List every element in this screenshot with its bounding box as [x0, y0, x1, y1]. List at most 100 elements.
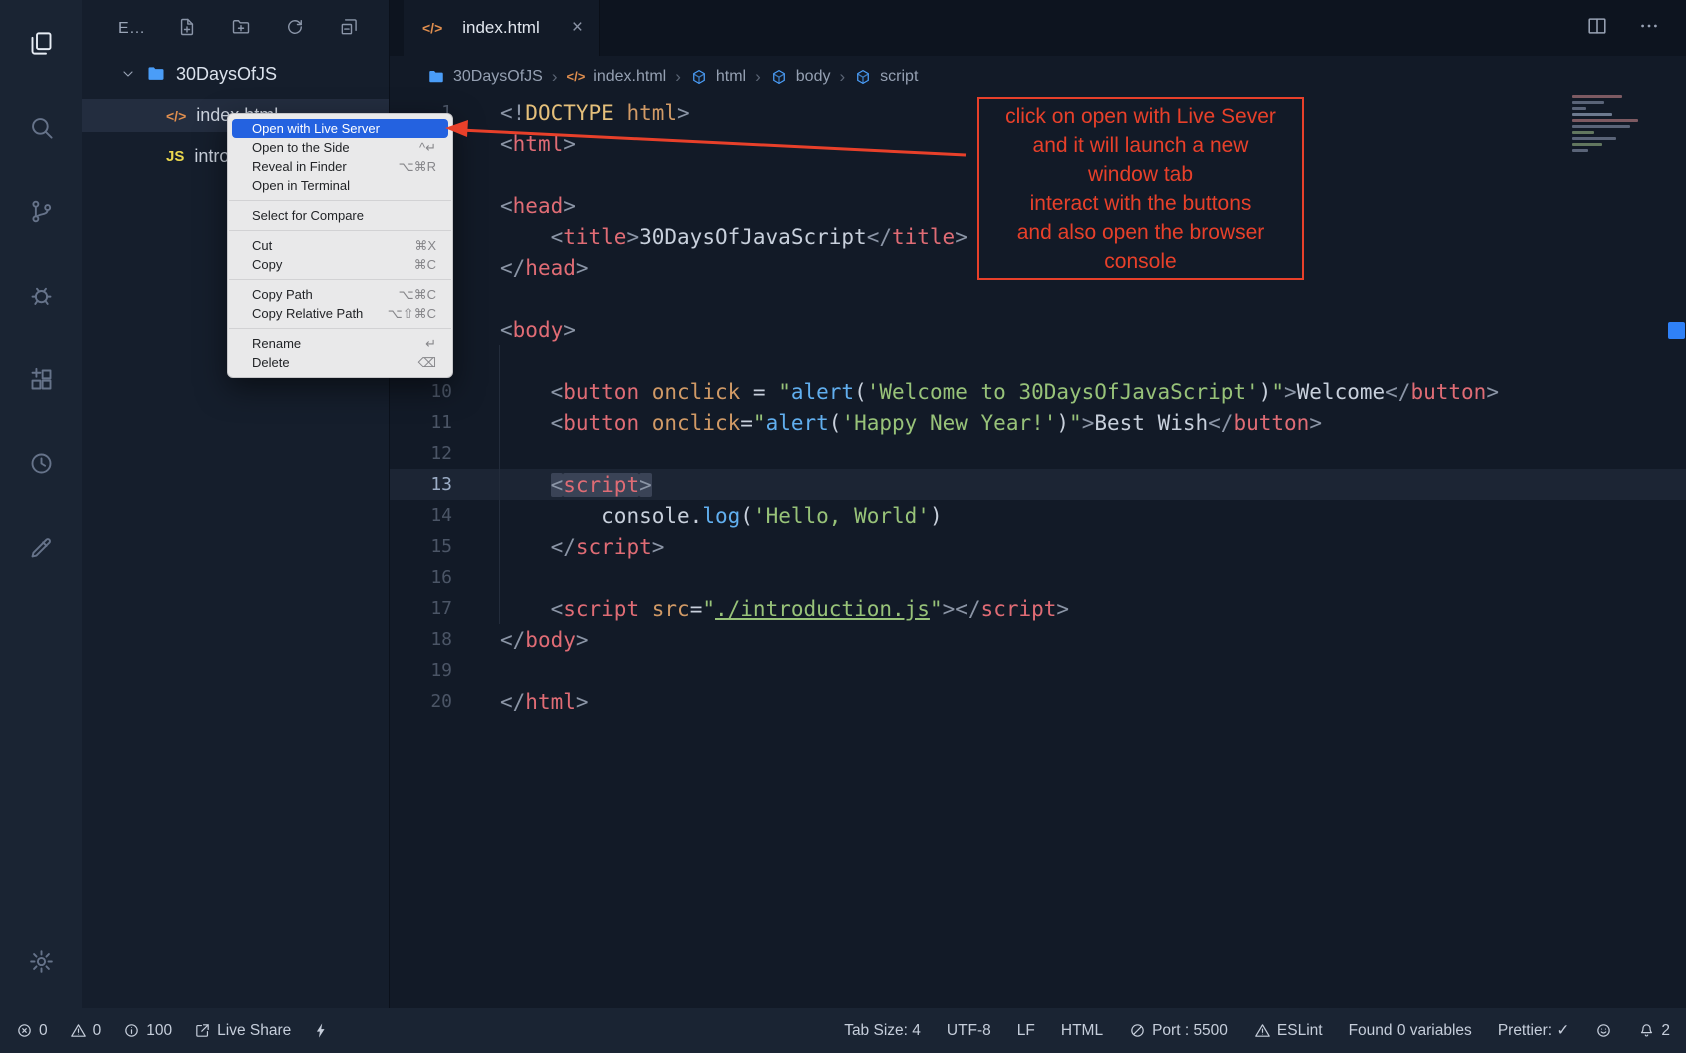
split-editor-icon — [1586, 15, 1608, 37]
line-number: 10 — [390, 381, 500, 402]
split-editor-button[interactable] — [1586, 15, 1608, 42]
breadcrumb-item-30daysofjs[interactable]: 30DaysOfJS — [427, 68, 543, 86]
breadcrumb-separator: › — [675, 67, 681, 87]
status-item-smiley[interactable] — [1595, 1022, 1612, 1039]
status-item-2[interactable]: 2 — [1638, 1022, 1670, 1040]
code-line-text: <button onclick="alert('Happy New Year!'… — [500, 411, 1322, 435]
code-line-9[interactable]: 9 — [390, 345, 1686, 376]
tree-root-30daysofjs[interactable]: 30DaysOfJS — [82, 58, 389, 90]
status-item-label: HTML — [1061, 1022, 1103, 1040]
status-item-lf[interactable]: LF — [1017, 1022, 1035, 1040]
status-item-label: UTF-8 — [947, 1022, 991, 1040]
code-line-11[interactable]: 11 <button onclick="alert('Happy New Yea… — [390, 407, 1686, 438]
code-line-20[interactable]: 20</html> — [390, 686, 1686, 717]
status-item-found-0-variables[interactable]: Found 0 variables — [1349, 1022, 1472, 1040]
menu-item-shortcut: ⌘X — [414, 236, 436, 255]
code-line-text: <body> — [500, 318, 576, 342]
code-line-19[interactable]: 19 — [390, 655, 1686, 686]
activity-item-extensions[interactable] — [16, 354, 66, 404]
breadcrumb-item-script[interactable]: script — [854, 68, 918, 86]
sidebar-header-actions — [177, 17, 359, 42]
status-item-0[interactable]: 0 — [70, 1022, 102, 1040]
annotation-text-line: click on open with Live Sever — [979, 102, 1302, 131]
info-icon — [123, 1022, 140, 1039]
code-line-13[interactable]: 13 <script> — [390, 469, 1686, 500]
breadcrumb-item-index-html[interactable]: </>index.html — [566, 68, 666, 86]
warning-icon — [1254, 1022, 1271, 1039]
menu-item-copy[interactable]: Copy⌘C — [232, 255, 448, 274]
smiley-icon — [1595, 1022, 1612, 1039]
status-item-html[interactable]: HTML — [1061, 1022, 1103, 1040]
refresh-button[interactable] — [285, 17, 305, 42]
menu-item-open-to-the-side[interactable]: Open to the Side^↵ — [232, 138, 448, 157]
code-line-18[interactable]: 18</body> — [390, 624, 1686, 655]
activity-item-pen[interactable] — [16, 522, 66, 572]
new-folder-button[interactable] — [231, 17, 251, 42]
activity-item-debug[interactable] — [16, 270, 66, 320]
status-item-port-5500[interactable]: Port : 5500 — [1129, 1022, 1228, 1040]
breadcrumb-item-html[interactable]: html — [690, 68, 746, 86]
activity-bar-bottom-icons — [0, 936, 82, 1008]
menu-item-shortcut: ⌥⇧⌘C — [388, 304, 436, 323]
new-file-button[interactable] — [177, 17, 197, 42]
close-icon[interactable]: × — [572, 17, 583, 39]
activity-item-search[interactable] — [16, 102, 66, 152]
code-line-12[interactable]: 12 — [390, 438, 1686, 469]
history-icon — [28, 450, 55, 477]
collapse-all-button[interactable] — [339, 17, 359, 42]
sidebar-title: E… — [118, 20, 145, 38]
line-number: 17 — [390, 598, 500, 619]
menu-item-copy-relative-path[interactable]: Copy Relative Path⌥⇧⌘C — [232, 304, 448, 323]
breadcrumb-label: script — [880, 68, 918, 86]
status-item-live-share[interactable]: Live Share — [194, 1022, 291, 1040]
menu-item-open-with-live-server[interactable]: Open with Live Server — [232, 119, 448, 138]
code-line-text: </head> — [500, 256, 589, 280]
menu-item-copy-path[interactable]: Copy Path⌥⌘C — [232, 285, 448, 304]
status-item-tab-size-4[interactable]: Tab Size: 4 — [844, 1022, 921, 1040]
more-actions-button[interactable] — [1638, 15, 1660, 42]
menu-item-select-for-compare[interactable]: Select for Compare — [232, 206, 448, 225]
tab-index-html[interactable]: </> index.html × — [404, 0, 600, 56]
status-bar-right: Tab Size: 4 UTF-8 LF HTML Port : 5500 ESLint F… — [844, 1021, 1670, 1040]
js-file-icon: JS — [166, 148, 184, 165]
menu-item-label: Open to the Side — [252, 138, 405, 157]
minimap-line — [1572, 107, 1586, 110]
code-line-7[interactable]: 7 — [390, 283, 1686, 314]
code-line-text: <button onclick = "alert('Welcome to 30D… — [500, 380, 1499, 404]
code-line-17[interactable]: 17 <script src="./introduction.js"></scr… — [390, 593, 1686, 624]
status-item-100[interactable]: 100 — [123, 1022, 172, 1040]
source-control-icon — [28, 198, 55, 225]
status-item-0[interactable]: 0 — [16, 1022, 48, 1040]
code-line-16[interactable]: 16 — [390, 562, 1686, 593]
status-item-eslint[interactable]: ESLint — [1254, 1022, 1323, 1040]
activity-item-source-control[interactable] — [16, 186, 66, 236]
activity-item-settings[interactable] — [16, 936, 66, 986]
sidebar-header: E… — [82, 0, 389, 58]
status-item-prettier[interactable]: Prettier: ✓ — [1498, 1021, 1570, 1040]
minimap-line — [1572, 143, 1602, 146]
menu-item-delete[interactable]: Delete⌫ — [232, 353, 448, 372]
code-line-10[interactable]: 10 <button onclick = "alert('Welcome to … — [390, 376, 1686, 407]
breadcrumb-item-body[interactable]: body — [770, 68, 831, 86]
chevron-down-icon — [120, 66, 136, 82]
menu-item-open-in-terminal[interactable]: Open in Terminal — [232, 176, 448, 195]
minimap[interactable] — [1572, 95, 1658, 161]
menu-item-label: Rename — [252, 334, 411, 353]
menu-separator — [229, 200, 451, 201]
new-folder-icon — [231, 17, 251, 37]
activity-item-files[interactable] — [16, 18, 66, 68]
activity-item-history[interactable] — [16, 438, 66, 488]
menu-item-rename[interactable]: Rename↵ — [232, 334, 448, 353]
status-item-zap[interactable] — [313, 1022, 330, 1039]
code-line-8[interactable]: 8<body> — [390, 314, 1686, 345]
menu-item-cut[interactable]: Cut⌘X — [232, 236, 448, 255]
status-item-label: 0 — [93, 1022, 102, 1040]
code-line-text: </html> — [500, 690, 589, 714]
status-item-utf-8[interactable]: UTF-8 — [947, 1022, 991, 1040]
code-line-15[interactable]: 15 </script> — [390, 531, 1686, 562]
status-item-label: Found 0 variables — [1349, 1022, 1472, 1040]
menu-item-reveal-in-finder[interactable]: Reveal in Finder⌥⌘R — [232, 157, 448, 176]
code-line-14[interactable]: 14 console.log('Hello, World') — [390, 500, 1686, 531]
symbol-cube-icon — [770, 68, 788, 86]
minimap-line — [1572, 131, 1594, 134]
